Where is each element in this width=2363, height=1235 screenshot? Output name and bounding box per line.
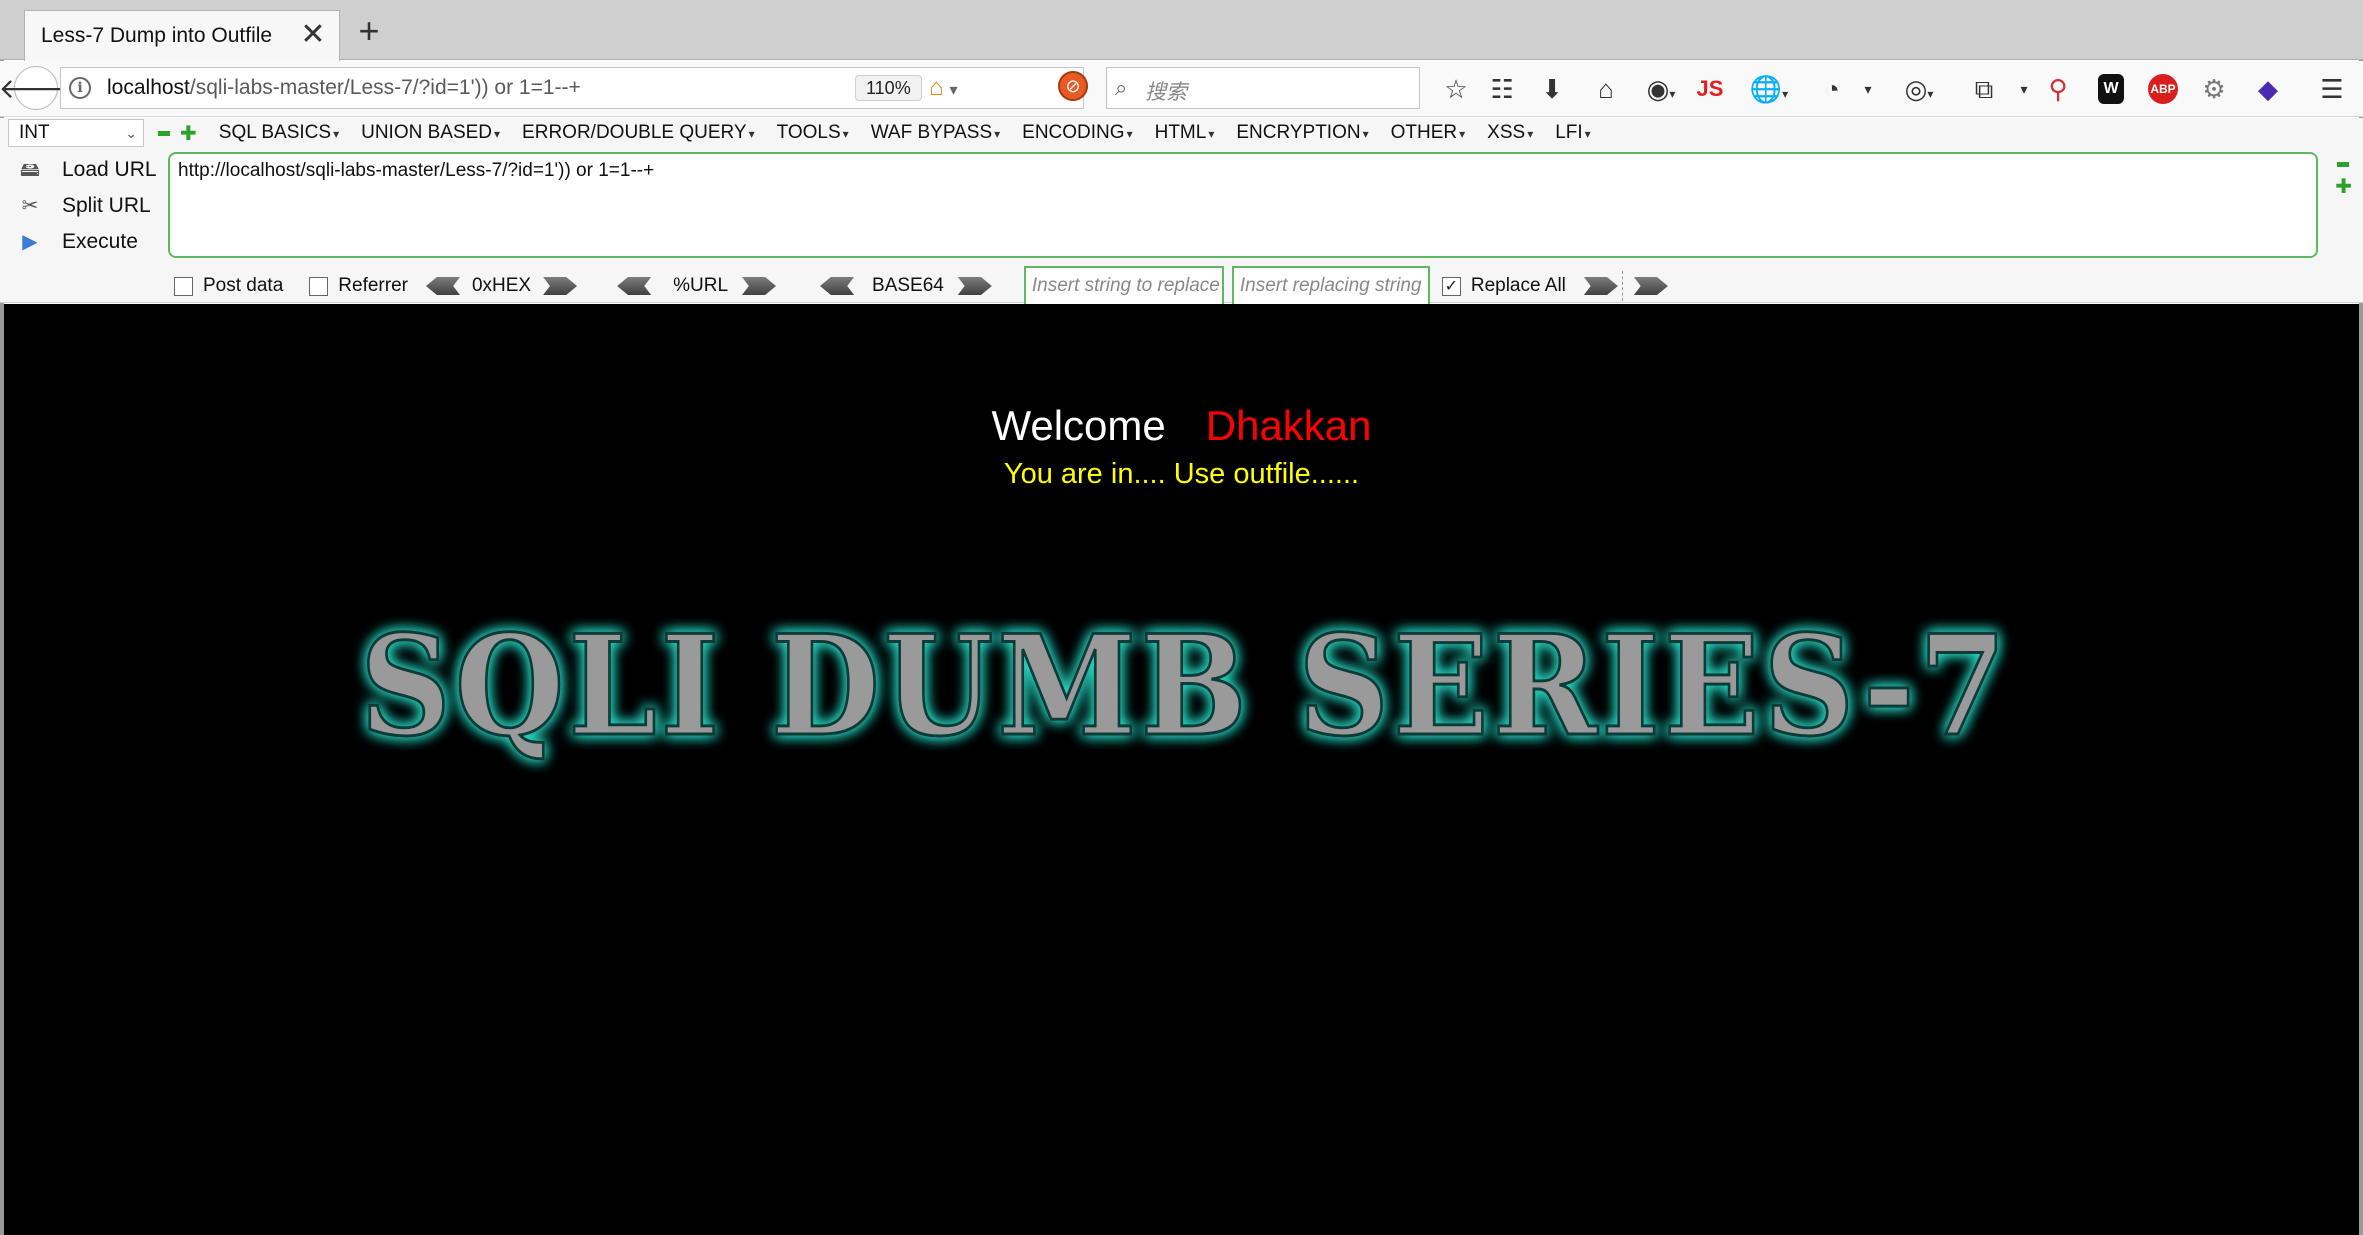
plus-icon[interactable]: ✚ xyxy=(180,121,197,146)
url-text[interactable]: localhost/sqli-labs-master/Less-7/?id=1'… xyxy=(107,76,581,100)
tab-title: Less-7 Dump into Outfile xyxy=(41,24,273,47)
noscript-icon[interactable]: ⊘ xyxy=(1058,71,1088,101)
world-icon[interactable]: 🌐▾ xyxy=(1746,71,1792,107)
hex-encode-arrow-icon[interactable] xyxy=(543,277,578,295)
load-url-button[interactable]: 🖴 Load URL xyxy=(16,152,157,188)
execute-button[interactable]: ▶ Execute xyxy=(16,224,157,260)
url-encode-arrow-icon[interactable] xyxy=(742,277,777,295)
welcome-line: Welcome Dhakkan xyxy=(4,402,2359,450)
user-name: Dhakkan xyxy=(1205,402,1372,449)
menu-error-double-query[interactable]: ERROR/DOUBLE QUERY xyxy=(522,122,755,144)
menu-icon[interactable]: ☰ xyxy=(2314,71,2350,107)
chevron-down-icon[interactable]: ▾ xyxy=(2006,71,2042,107)
replace-to-input[interactable]: Insert replacing string xyxy=(1231,266,1430,306)
close-icon[interactable]: ✕ xyxy=(299,20,327,50)
menu-encryption[interactable]: ENCRYPTION xyxy=(1236,122,1368,144)
navigation-bar: 🡐 i localhost/sqli-labs-master/Less-7/?i… xyxy=(0,61,2363,117)
search-icon: ⌕ xyxy=(1115,75,1128,100)
js-toggle-icon[interactable]: JS xyxy=(1692,71,1728,107)
url-encode-label: %URL xyxy=(673,275,729,296)
home-dropdown-icon[interactable]: ⌂ ▾ xyxy=(929,74,979,102)
post-data-checkbox[interactable] xyxy=(174,276,193,296)
menu-union-based[interactable]: UNION BASED xyxy=(361,122,500,144)
menu-sql-basics[interactable]: SQL BASICS xyxy=(219,122,339,144)
execute-label: Execute xyxy=(62,230,138,253)
series-banner: SQLI DUMB SERIES-7 xyxy=(359,603,2010,769)
hackbar-actions: 🖴 Load URL ✂ Split URL ▶ Execute xyxy=(16,152,157,260)
menu-waf-bypass[interactable]: WAF BYPASS xyxy=(871,122,1000,144)
minus-icon[interactable] xyxy=(2337,162,2349,167)
replace-back-arrow-icon[interactable] xyxy=(1633,277,1668,295)
url-decode-arrow-icon[interactable] xyxy=(617,277,652,295)
menu-tools[interactable]: TOOLS xyxy=(777,122,849,144)
plus-icon[interactable]: ✚ xyxy=(2335,174,2352,199)
split-url-button[interactable]: ✂ Split URL xyxy=(16,188,157,224)
browser-tab[interactable]: Less-7 Dump into Outfile ✕ xyxy=(24,10,340,61)
replace-all-checkbox[interactable]: ✓ xyxy=(1441,276,1461,296)
adblock-icon[interactable]: ABP xyxy=(2148,74,2178,104)
shield-icon[interactable]: W xyxy=(2098,74,2124,104)
base64-encode-arrow-icon[interactable] xyxy=(957,277,992,295)
replace-arrow-icon[interactable] xyxy=(1583,277,1618,295)
menu-other[interactable]: OTHER xyxy=(1391,122,1466,144)
referrer-label: Referrer xyxy=(338,275,408,296)
play-icon: ▶ xyxy=(22,231,38,253)
home-icon[interactable]: ⌂ xyxy=(1588,71,1624,107)
banner-text: SQLI DUMB SERIES-7 xyxy=(360,604,2010,767)
menu-lfi[interactable]: LFI xyxy=(1555,122,1590,144)
palette-icon[interactable]: ◔ xyxy=(1814,71,1850,107)
page-content: Welcome Dhakkan You are in.... Use outfil… xyxy=(4,304,2359,1235)
hex-decode-arrow-icon[interactable] xyxy=(425,277,460,295)
scissors-icon: ✂ xyxy=(21,195,39,217)
cube-extension-icon[interactable]: ◆ xyxy=(2250,71,2286,107)
back-button[interactable]: 🡐 xyxy=(0,66,74,110)
hackbar-options: Post data Referrer 0xHEX %URL BASE64 Ins… xyxy=(174,266,1668,306)
status-message: You are in.... Use outfile...... xyxy=(1003,458,1360,490)
split-url-label: Split URL xyxy=(62,194,151,217)
zoom-level[interactable]: 110% xyxy=(855,75,922,101)
menu-html[interactable]: HTML xyxy=(1155,122,1215,144)
menu-xss[interactable]: XSS xyxy=(1487,122,1533,144)
welcome-text: Welcome xyxy=(991,402,1166,449)
menu-encoding[interactable]: ENCODING xyxy=(1022,122,1132,144)
bookmark-star-icon[interactable]: ☆ xyxy=(1438,71,1474,107)
base64-label: BASE64 xyxy=(872,275,944,296)
hex-label: 0xHEX xyxy=(471,275,532,296)
chevron-down-icon: ⌄ xyxy=(125,125,137,141)
minus-icon[interactable] xyxy=(158,130,170,136)
window-icon[interactable]: ⧉ xyxy=(1966,71,2002,107)
reading-list-icon[interactable]: ☷ xyxy=(1484,71,1520,107)
address-bar[interactable]: i localhost/sqli-labs-master/Less-7/?id=… xyxy=(60,67,1091,109)
search-bar[interactable]: ⌕ 搜索 xyxy=(1106,67,1420,109)
eye-extension-icon[interactable]: ◎▾ xyxy=(1896,71,1942,107)
post-data-label: Post data xyxy=(203,275,284,296)
download-icon[interactable]: ⬇ xyxy=(1534,71,1570,107)
gear-icon[interactable]: ⚙ xyxy=(2196,71,2232,107)
new-tab-button[interactable]: + xyxy=(352,13,386,49)
load-url-label: Load URL xyxy=(62,158,157,181)
referrer-checkbox[interactable] xyxy=(309,276,329,296)
magnifier-extension-icon[interactable]: ⚲ xyxy=(2040,71,2076,107)
search-input[interactable]: 搜索 xyxy=(1145,76,1187,106)
hackbar-menu: INT⌄ ✚ SQL BASICS UNION BASED ERROR/DOUB… xyxy=(8,118,1591,148)
replace-all-label: Replace All xyxy=(1470,275,1566,296)
chevron-down-icon[interactable]: ▾ xyxy=(1850,71,1886,107)
type-select[interactable]: INT ⌄ xyxy=(8,119,144,147)
replace-from-input[interactable]: Insert string to replace xyxy=(1023,266,1224,306)
info-icon[interactable]: i xyxy=(69,77,91,99)
load-url-icon: 🖴 xyxy=(19,159,41,181)
url-textarea[interactable]: http://localhost/sqli-labs-master/Less-7… xyxy=(168,152,2318,258)
globe-extension-icon[interactable]: ◉▾ xyxy=(1638,71,1684,107)
tab-strip: Less-7 Dump into Outfile ✕ + xyxy=(0,0,2363,61)
hackbar-panel: INT⌄ ✚ SQL BASICS UNION BASED ERROR/DOUB… xyxy=(0,118,2363,306)
base64-decode-arrow-icon[interactable] xyxy=(820,277,855,295)
